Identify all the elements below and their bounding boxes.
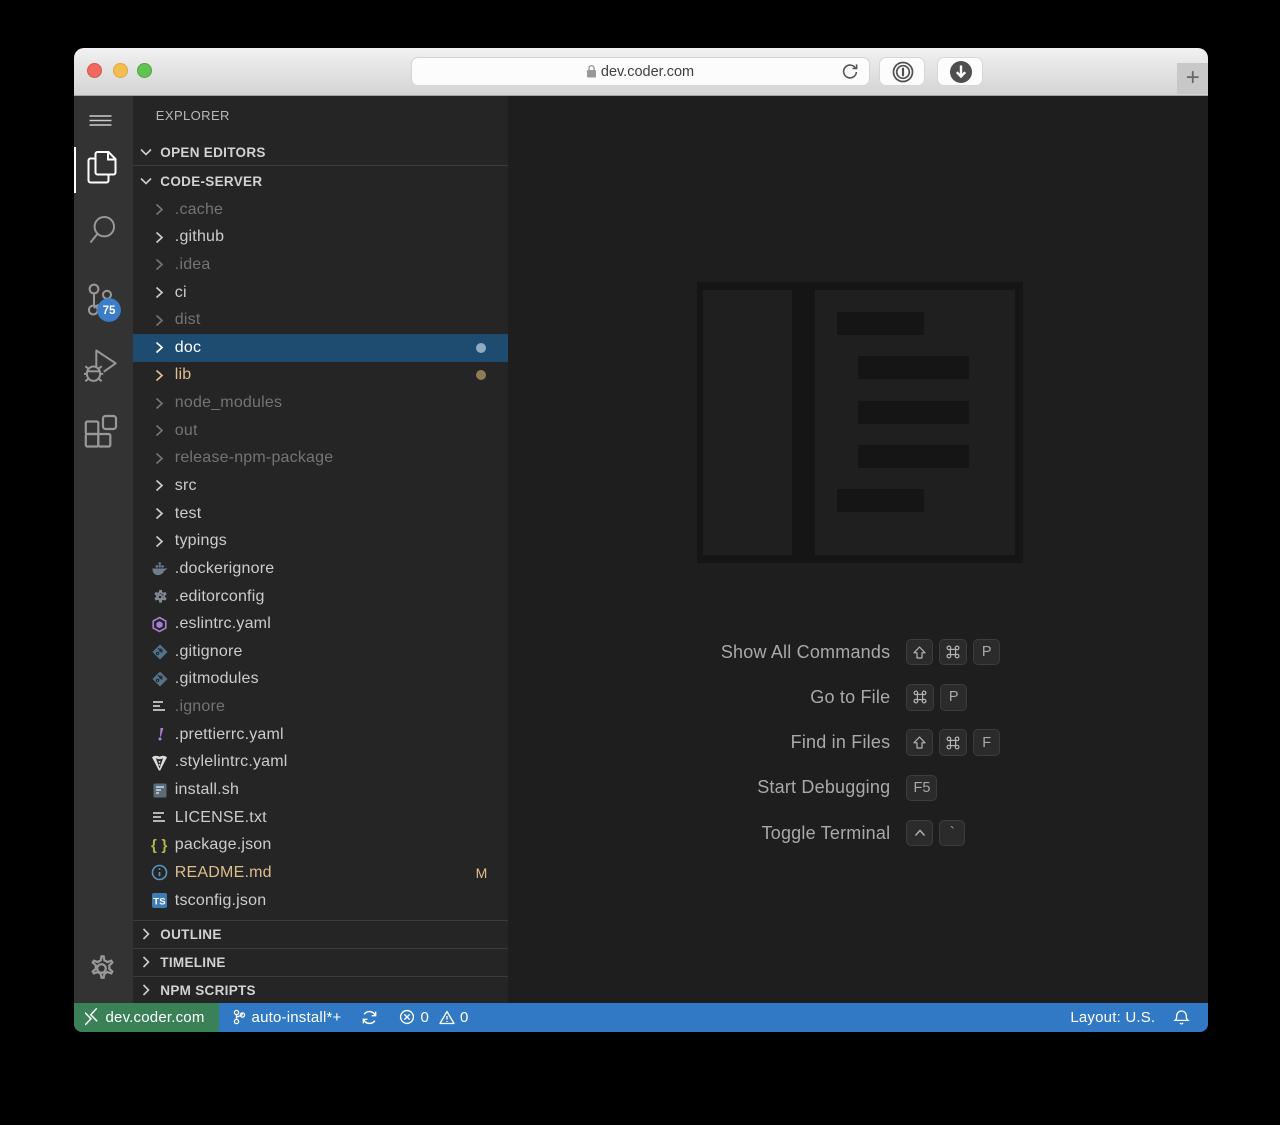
svg-text:TS: TS: [154, 897, 167, 908]
svg-text:75: 75: [102, 305, 115, 317]
svg-text:!: !: [157, 725, 165, 744]
svg-text:{ }: { }: [151, 837, 168, 854]
